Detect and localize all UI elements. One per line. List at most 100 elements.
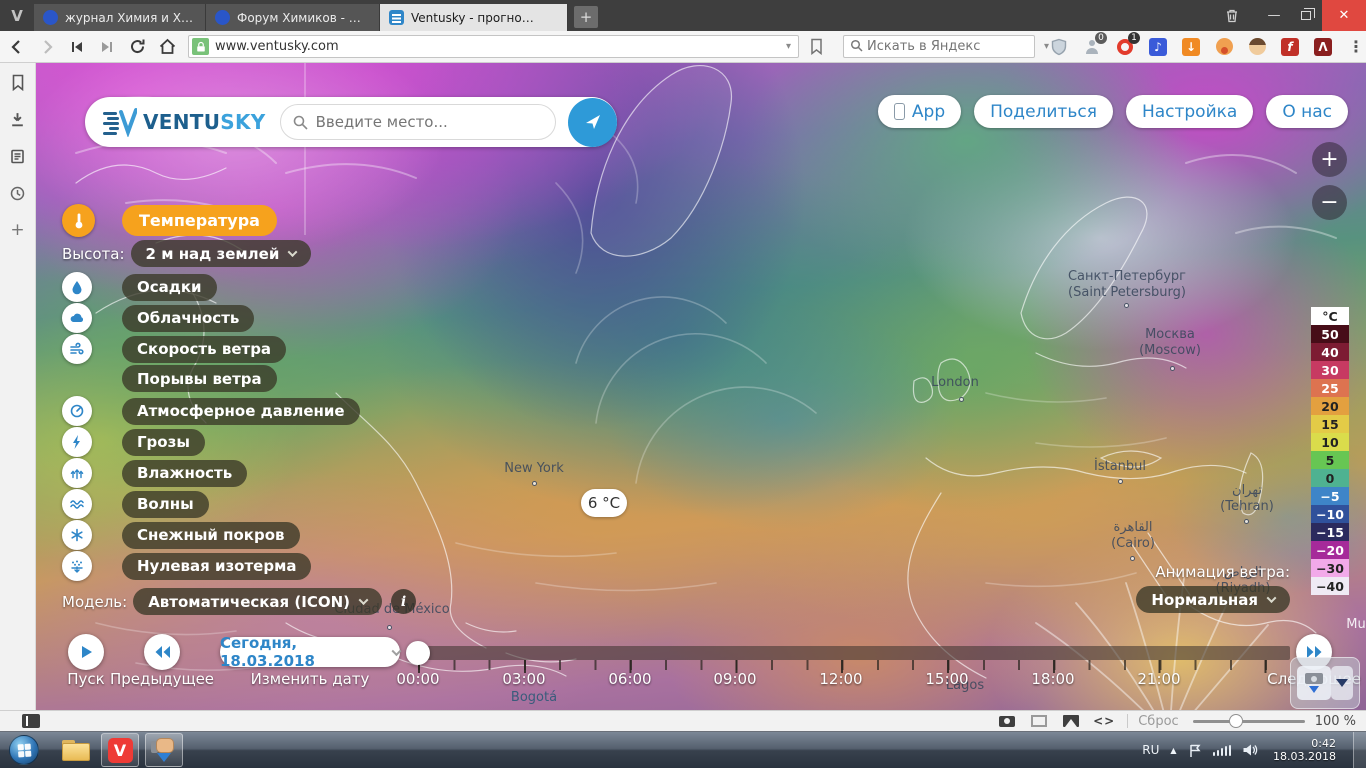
show-desktop-button[interactable] xyxy=(1353,732,1366,768)
rss-ring-icon[interactable]: 1 xyxy=(1115,37,1135,57)
date-dropdown[interactable]: Сегодня, 18.03.2018 xyxy=(220,637,400,667)
toggle-images-button[interactable] xyxy=(1063,715,1079,727)
raindrop-icon[interactable] xyxy=(62,272,92,302)
zoom-slider[interactable] xyxy=(1193,720,1305,723)
wind-icon[interactable] xyxy=(62,334,92,364)
zoom-in-button[interactable]: + xyxy=(1312,142,1347,177)
action-center-flag-icon[interactable] xyxy=(1188,743,1202,758)
zoom-slider-handle[interactable] xyxy=(1229,714,1243,728)
flash-icon[interactable]: f xyxy=(1280,37,1300,57)
layer-zero-isotherm[interactable]: Нулевая изотерма xyxy=(122,553,311,580)
back-button[interactable] xyxy=(4,34,30,60)
taskbar-download-master-button[interactable] xyxy=(145,733,183,767)
zoom-out-button[interactable]: − xyxy=(1312,185,1347,220)
lightning-icon[interactable] xyxy=(62,427,92,457)
layer-row-precipitation: Осадки xyxy=(62,272,217,302)
zero-isotherm-icon[interactable] xyxy=(62,551,92,581)
toolbar-menu-dots-icon[interactable]: ⋮ xyxy=(1346,37,1366,57)
snowflake-icon[interactable] xyxy=(62,520,92,550)
timeline-bar[interactable] xyxy=(418,646,1290,660)
panel-toggle-button[interactable] xyxy=(22,714,40,728)
savefrom-download-icon[interactable]: ↓ xyxy=(1181,37,1201,57)
search-input[interactable] xyxy=(867,39,1037,54)
model-dropdown[interactable]: Автоматическая (ICON) xyxy=(133,588,382,615)
tab-chemistry-forum[interactable]: Форум Химиков - Энтузиас xyxy=(206,4,380,31)
app-button[interactable]: App xyxy=(878,95,961,128)
zenmate-shield-icon[interactable] xyxy=(1049,37,1069,57)
downloads-panel-icon[interactable] xyxy=(8,109,28,129)
pressure-gauge-icon[interactable] xyxy=(62,396,92,426)
music-downloader-icon[interactable]: ♪ xyxy=(1148,37,1168,57)
rewind-button[interactable] xyxy=(64,34,90,60)
reload-button[interactable] xyxy=(124,34,150,60)
layer-precipitation[interactable]: Осадки xyxy=(122,274,217,301)
thermometer-icon[interactable] xyxy=(62,204,95,237)
home-button[interactable] xyxy=(154,34,180,60)
zoom-reset-button[interactable]: Сброс xyxy=(1138,714,1178,729)
taskbar-vivaldi-button[interactable]: V xyxy=(101,733,139,767)
restore-button[interactable] xyxy=(1290,0,1322,31)
volume-icon[interactable] xyxy=(1242,743,1258,757)
play-button[interactable] xyxy=(68,634,104,670)
cloud-icon[interactable] xyxy=(62,303,92,333)
layer-snow-cover[interactable]: Снежный покров xyxy=(122,522,300,549)
waves-icon[interactable] xyxy=(62,489,92,519)
search-engine-icon[interactable] xyxy=(844,39,867,55)
new-tab-button[interactable]: + xyxy=(574,6,598,28)
layer-temperature-active[interactable]: Температура xyxy=(122,205,277,236)
bookmarks-panel-icon[interactable] xyxy=(8,72,28,92)
settings-button[interactable]: Настройка xyxy=(1126,95,1253,128)
place-search-box[interactable] xyxy=(280,104,556,140)
wind-animation-dropdown[interactable]: Нормальная xyxy=(1136,586,1290,613)
bookmark-page-icon[interactable] xyxy=(803,34,829,60)
layer-pressure[interactable]: Атмосферное давление xyxy=(122,398,360,425)
tab-ventusky-active[interactable]: Ventusky - прогноз погоды xyxy=(380,4,568,31)
capture-button[interactable] xyxy=(1297,666,1331,700)
tray-expand-icon[interactable]: ▲ xyxy=(1170,746,1176,755)
humidity-icon[interactable] xyxy=(62,458,92,488)
history-panel-icon[interactable] xyxy=(8,183,28,203)
taskbar-explorer-button[interactable] xyxy=(57,733,95,767)
geolocate-button[interactable] xyxy=(568,98,617,147)
add-panel-icon[interactable]: + xyxy=(8,220,28,240)
previous-button[interactable] xyxy=(144,634,180,670)
address-bar[interactable]: ▾ xyxy=(188,35,799,58)
start-button[interactable] xyxy=(9,735,39,765)
layer-humidity[interactable]: Влажность xyxy=(122,460,247,487)
language-indicator[interactable]: RU xyxy=(1142,743,1159,757)
layer-waves[interactable]: Волны xyxy=(122,491,209,518)
adguard-icon[interactable]: 0 xyxy=(1082,37,1102,57)
layer-wind-gusts[interactable]: Порывы ветра xyxy=(122,365,277,392)
layer-wind-speed[interactable]: Скорость ветра xyxy=(122,336,286,363)
model-info-button[interactable]: i xyxy=(391,589,416,614)
fast-forward-button[interactable] xyxy=(94,34,120,60)
forward-button[interactable] xyxy=(34,34,60,60)
acrobat-icon[interactable]: Λ xyxy=(1313,37,1333,57)
url-dropdown-arrow[interactable]: ▾ xyxy=(779,41,798,52)
frigate-face-icon[interactable] xyxy=(1247,37,1267,57)
close-button[interactable]: ✕ xyxy=(1322,0,1366,31)
share-button[interactable]: Поделиться xyxy=(974,95,1113,128)
page-actions-button[interactable]: <> xyxy=(1093,714,1115,728)
layer-thunderstorms[interactable]: Грозы xyxy=(122,429,205,456)
layer-cloudiness[interactable]: Облачность xyxy=(122,305,254,332)
place-search-input[interactable] xyxy=(316,113,543,131)
video-capture-widget[interactable] xyxy=(1290,657,1360,709)
about-button[interactable]: О нас xyxy=(1266,95,1348,128)
vivaldi-menu-icon[interactable]: V xyxy=(0,0,34,31)
tile-tabs-button[interactable] xyxy=(1031,715,1047,727)
height-dropdown[interactable]: 2 м над землей xyxy=(131,240,312,267)
url-input[interactable] xyxy=(215,39,779,54)
yandex-search-box[interactable]: ▾ xyxy=(843,35,1035,58)
orange-mascot-icon[interactable] xyxy=(1214,37,1234,57)
weather-map[interactable]: Санкт-Петербург(Saint Petersburg) Москва… xyxy=(36,63,1366,710)
taskbar-clock[interactable]: 0:42 18.03.2018 xyxy=(1273,737,1336,763)
network-signal-icon[interactable] xyxy=(1213,745,1232,756)
trash-closed-tabs-button[interactable] xyxy=(1216,0,1248,31)
notes-panel-icon[interactable] xyxy=(8,146,28,166)
tab-chemistry-journal[interactable]: журнал Химия и Химики xyxy=(34,4,206,31)
capture-page-button[interactable] xyxy=(999,716,1015,727)
capture-dropdown[interactable] xyxy=(1331,666,1353,700)
timeline-handle[interactable] xyxy=(406,641,430,665)
minimize-button[interactable]: — xyxy=(1258,0,1290,31)
